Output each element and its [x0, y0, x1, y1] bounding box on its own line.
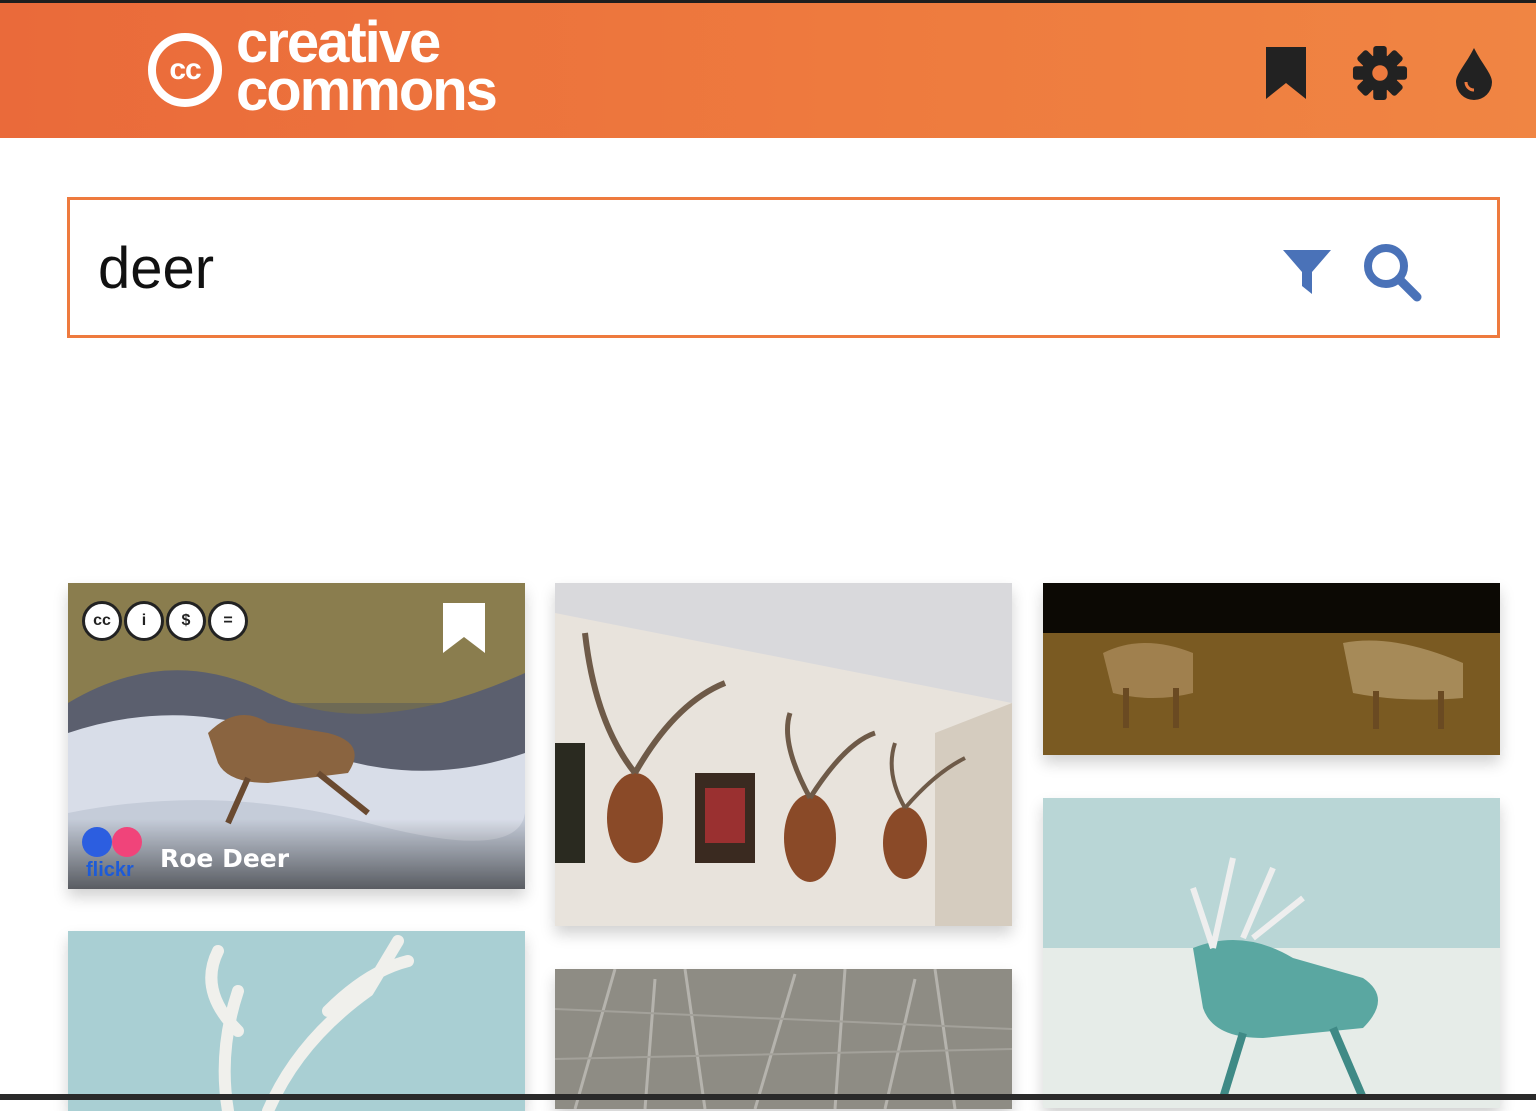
site-header: cc creative commons	[0, 0, 1536, 138]
bookmark-icon[interactable]	[1258, 43, 1314, 103]
result-title[interactable]: Roe Deer	[160, 844, 289, 873]
flickr-icon: flickr	[82, 827, 148, 883]
save-bookmark-icon[interactable]	[441, 601, 487, 655]
search-input[interactable]	[98, 228, 1248, 308]
logo-line-2: commons	[236, 58, 498, 123]
cc-license-icon: cc	[82, 601, 122, 641]
result-image	[555, 583, 1012, 926]
search-icon[interactable]	[1360, 240, 1424, 304]
noncommercial-icon: $	[166, 601, 206, 641]
result-card[interactable]	[68, 931, 525, 1111]
result-card[interactable]: cc i $ = flickr Roe Deer	[68, 583, 525, 889]
result-card[interactable]	[1043, 798, 1500, 1108]
result-image	[68, 931, 525, 1111]
attribution-icon: i	[124, 601, 164, 641]
logo-wordmark: creative commons	[236, 14, 498, 123]
search-bar	[67, 197, 1500, 338]
result-card[interactable]	[1043, 583, 1500, 755]
result-image	[555, 969, 1012, 1109]
license-icons: cc i $ =	[82, 601, 248, 641]
window-bottom-edge	[0, 1094, 1536, 1100]
droplet-icon[interactable]	[1446, 43, 1502, 103]
result-image	[1043, 583, 1500, 755]
result-card[interactable]	[555, 583, 1012, 926]
source-label: flickr	[86, 859, 134, 881]
result-card[interactable]	[555, 969, 1012, 1109]
result-image	[1043, 798, 1500, 1108]
gear-icon[interactable]	[1352, 43, 1408, 103]
cc-logo-icon: cc	[148, 33, 222, 107]
card-footer: flickr Roe Deer	[68, 819, 525, 889]
filter-icon[interactable]	[1275, 240, 1339, 304]
noderivatives-icon: =	[208, 601, 248, 641]
